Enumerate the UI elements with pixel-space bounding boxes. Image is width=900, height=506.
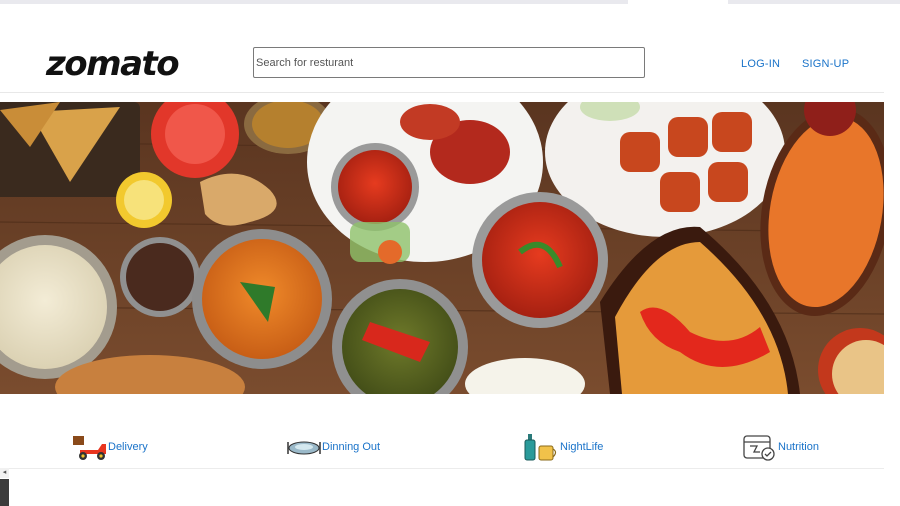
category-nightlife[interactable]: NightLife — [522, 432, 603, 462]
category-label: NightLife — [560, 441, 604, 453]
dining-plate-icon — [287, 441, 321, 455]
category-nutrition[interactable]: Nutrition — [740, 432, 819, 462]
hero-banner-image — [0, 102, 884, 394]
zomato-logo[interactable]: zomato — [46, 44, 180, 84]
category-label: Delivery — [108, 441, 148, 453]
scrollbar-thumb[interactable] — [0, 479, 9, 506]
delivery-scooter-icon — [73, 436, 106, 460]
category-bar: Delivery Dinning Out NightLife Nutrition — [0, 420, 884, 469]
login-link[interactable]: LOG-IN — [741, 58, 780, 70]
browser-top-strip — [0, 0, 900, 4]
category-delivery[interactable]: Delivery — [70, 432, 148, 462]
scroll-left-arrow-icon[interactable]: ◂ — [0, 468, 9, 478]
search-input[interactable] — [253, 47, 645, 78]
site-header: zomato LOG-IN SIGN-UP — [0, 40, 884, 93]
category-label: Dinning Out — [322, 441, 381, 453]
drinks-icon — [524, 434, 557, 461]
signup-link[interactable]: SIGN-UP — [802, 58, 849, 70]
category-dinning-out[interactable]: Dinning Out — [284, 432, 380, 462]
nutrition-icon — [743, 435, 775, 461]
samosa-plate — [0, 102, 140, 197]
browser-tab[interactable] — [628, 0, 728, 4]
category-label: Nutrition — [778, 441, 819, 453]
